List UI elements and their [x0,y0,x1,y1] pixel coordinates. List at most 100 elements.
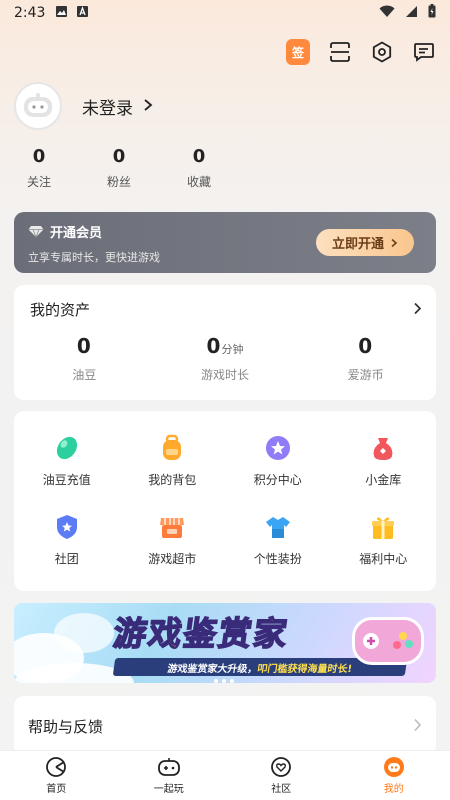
bean-icon [52,433,82,463]
stat-label: 粉丝 [106,175,131,189]
grid-label: 社团 [54,552,79,566]
grid-label: 我的背包 [148,473,197,487]
tab-community[interactable]: 社区 [225,751,338,800]
asset-oil-beans[interactable]: 0 油豆 [14,334,155,383]
tab-play-together[interactable]: 一起玩 [113,751,226,800]
promo-banner[interactable]: 游戏鉴赏家 游戏鉴赏家大升级， 叩门槛获得海量时长! [14,603,436,683]
asset-value: 0 [76,334,91,358]
help-feedback-row[interactable]: 帮助与反馈 [14,696,436,756]
vip-card[interactable]: 开通会员 立享专属时长，更快进游戏 立即开通 [14,212,436,273]
text-notification-icon [76,5,89,22]
stat-label: 收藏 [186,175,211,189]
me-icon [383,757,404,777]
gift-icon [368,512,398,542]
assets-header[interactable]: 我的资产 [14,285,436,320]
stat-label: 关注 [26,175,51,189]
banner-title: 游戏鉴赏家 [110,613,292,654]
stat-following[interactable]: 0 关注 [14,146,64,190]
checkin-button[interactable]: 签 [286,39,310,65]
image-notification-icon [55,5,68,22]
messages-button[interactable] [412,40,436,64]
grid-item-points[interactable]: 积分中心 [225,433,331,509]
asset-label: 油豆 [72,368,97,382]
battery-icon [428,4,436,22]
purse-icon [368,433,398,463]
stat-value: 0 [112,146,126,167]
assets-row: 0 油豆 0分钟 游戏时长 0 爱游币 [14,334,436,383]
robot-avatar-icon [24,93,52,117]
scan-icon [330,42,350,62]
grid-item-store[interactable]: 游戏超市 [120,512,226,588]
profile-login[interactable]: 未登录 [14,82,153,130]
banner-cloud [54,613,114,653]
backpack-icon [157,433,187,463]
scan-button[interactable] [328,40,352,64]
stat-value: 0 [192,146,206,167]
avatar[interactable] [14,82,62,130]
wifi-icon [379,5,395,22]
shield-icon [52,512,82,542]
grid-item-club[interactable]: 社团 [14,512,120,588]
grid-item-dressup[interactable]: 个性装扮 [225,512,331,588]
tshirt-icon [263,512,293,542]
grid-label: 个性装扮 [253,552,302,566]
grid-label: 小金库 [365,473,402,487]
pagination-dot [214,679,218,683]
gamepad-illustration [352,617,424,665]
points-icon [263,433,293,463]
asset-value: 0 [206,334,221,358]
tab-label: 我的 [383,784,404,795]
chevron-right-icon [413,717,422,736]
tab-label: 一起玩 [153,784,184,795]
chevron-right-icon [413,301,422,319]
vip-open-button[interactable]: 立即开通 [316,229,414,256]
banner-pagination [214,679,234,683]
settings-button[interactable] [370,40,394,64]
tab-me[interactable]: 我的 [338,751,450,800]
grid-item-treasury[interactable]: 小金库 [331,433,437,509]
assets-card: 我的资产 0 油豆 0分钟 游戏时长 0 爱游币 [14,285,436,400]
stat-fans[interactable]: 0 粉丝 [94,146,144,190]
message-icon [414,43,434,62]
top-actions: 签 [286,39,436,65]
asset-label: 游戏时长 [201,368,250,382]
pagination-dot [230,679,234,683]
asset-coins[interactable]: 0 爱游币 [295,334,436,383]
banner-strip-highlight: 叩门槛获得海量时长! [256,663,353,675]
stat-value: 0 [32,146,46,167]
grid-item-welfare[interactable]: 福利中心 [331,512,437,588]
asset-label: 爱游币 [347,368,384,382]
grid-label: 积分中心 [253,473,302,487]
vip-title: 开通会员 [50,226,103,241]
stats-row: 0 关注 0 粉丝 0 收藏 [14,146,224,190]
asset-unit: 分钟 [221,343,244,356]
home-icon [46,757,67,777]
grid-label: 福利中心 [359,552,408,566]
diamond-icon [28,226,44,238]
tab-label: 首页 [46,784,67,795]
grid-item-backpack[interactable]: 我的背包 [120,433,226,509]
pagination-dot [222,679,226,683]
vip-button-label: 立即开通 [331,237,384,252]
tab-home[interactable]: 首页 [0,751,113,800]
stat-favorites[interactable]: 0 收藏 [174,146,224,190]
login-text[interactable]: 未登录 [82,94,133,119]
community-icon [271,757,292,777]
grid-item-recharge[interactable]: 油豆充值 [14,433,120,509]
assets-title: 我的资产 [30,301,91,319]
grid-label: 油豆充值 [42,473,91,487]
checkin-icon: 签 [286,39,310,65]
status-time: 2:43 [14,5,46,21]
help-label: 帮助与反馈 [28,717,104,736]
asset-value: 0 [358,334,373,358]
banner-strip-text: 游戏鉴赏家大升级， [166,663,259,675]
chevron-right-icon [391,238,398,247]
chevron-right-icon [143,97,153,116]
asset-game-time[interactable]: 0分钟 游戏时长 [155,334,296,383]
function-grid: 油豆充值 我的背包 积分中心 小金库 社团 游戏超市 个性装扮 福利中心 [14,411,436,591]
gamepad-icon [157,758,180,776]
store-icon [157,512,187,542]
grid-label: 游戏超市 [148,552,197,566]
status-bar: 2:43 [0,0,450,26]
bottom-tab-bar: 首页 一起玩 社区 我的 [0,750,450,800]
